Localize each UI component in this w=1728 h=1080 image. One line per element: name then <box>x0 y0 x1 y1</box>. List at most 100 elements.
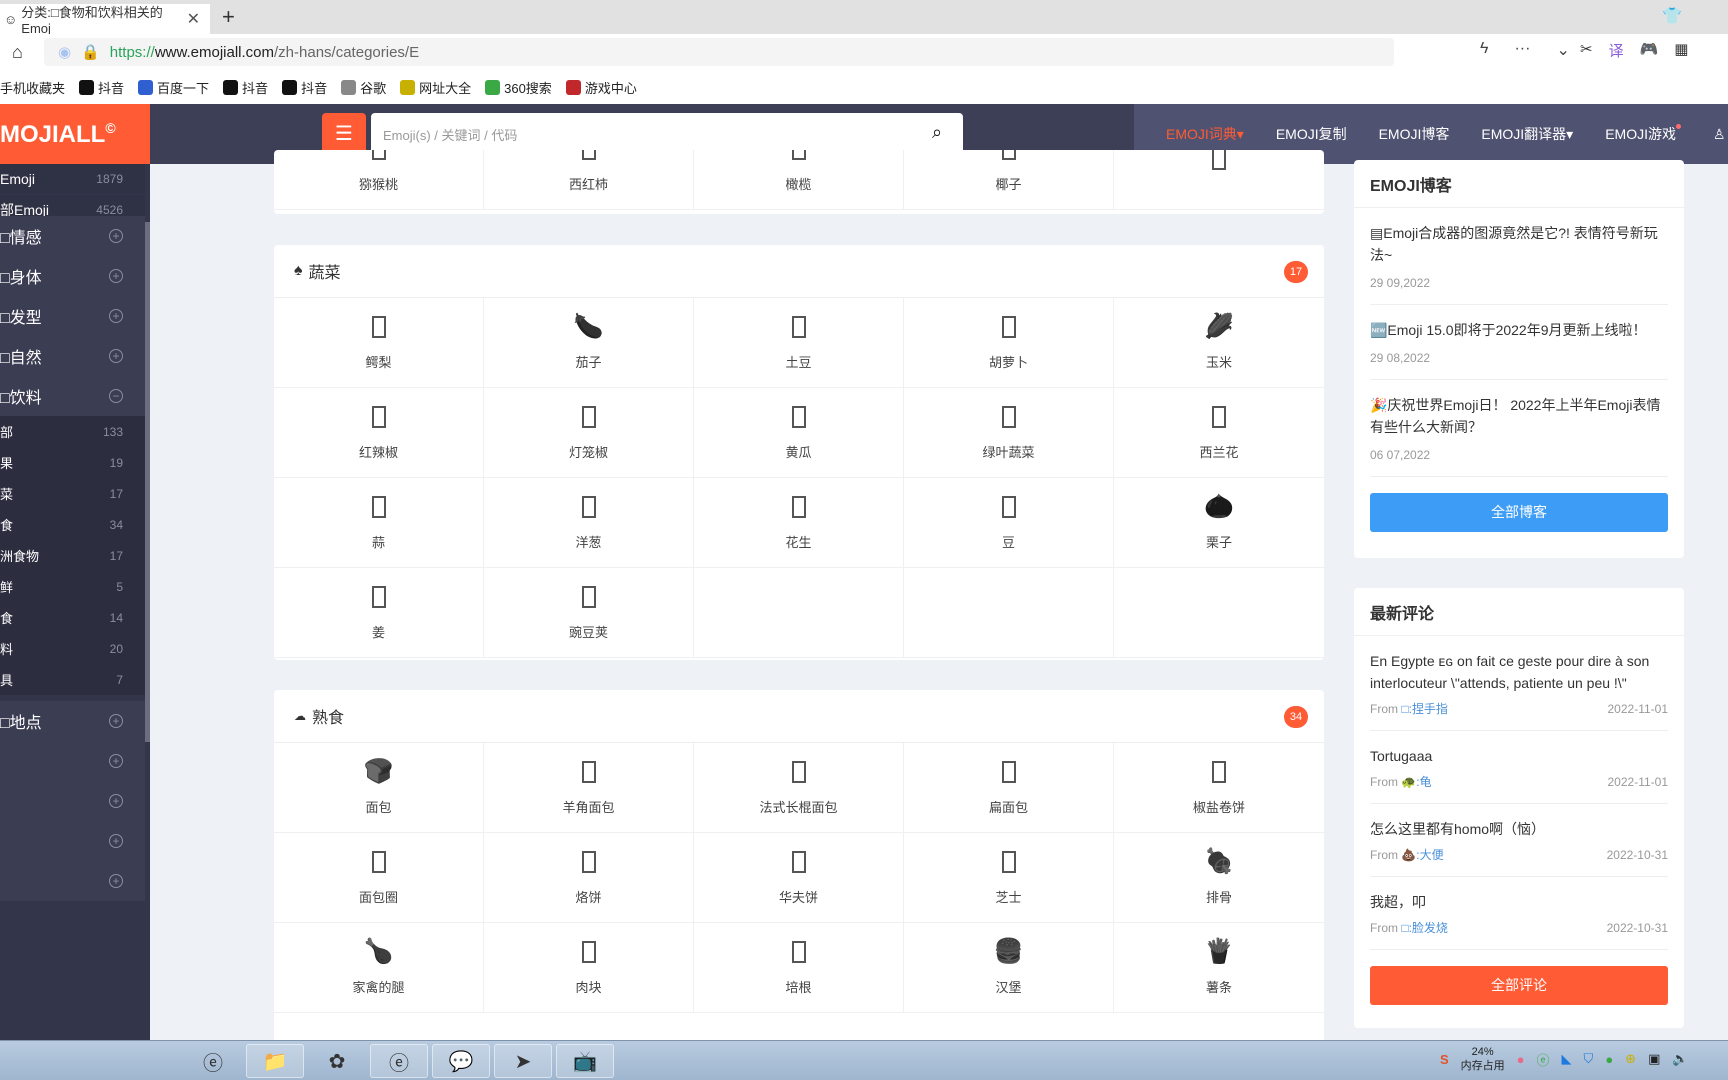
blog-post[interactable]: ▤Emoji合成器的图源竟然是它?! 表情符号新玩法~ 29 09,2022 <box>1370 208 1668 305</box>
360-secure-browser-icon[interactable]: ⓔ <box>370 1044 428 1078</box>
volume-icon[interactable]: 🔈 <box>1672 1051 1688 1067</box>
blog-post[interactable]: 🆕Emoji 15.0即将于2022年9月更新上线啦！ 29 08,2022 <box>1370 305 1668 380</box>
bookmark-item[interactable]: 360搜索 <box>485 78 552 97</box>
emoji-cell[interactable]: 🍞 面包 <box>274 743 484 833</box>
search-input[interactable]: Emoji(s) / 关键词 / 代码 <box>371 113 963 155</box>
all-comments-button[interactable]: 全部评论 <box>1370 966 1668 1005</box>
comment-emoji-link[interactable]: 💩:大便 <box>1401 848 1443 862</box>
emoji-cell[interactable]: 猕猴桃 <box>274 150 484 210</box>
sidebar-item[interactable]: □饮料 − <box>0 376 145 416</box>
sidebar-item[interactable]: 具7 <box>0 664 145 695</box>
wechat-tray-icon[interactable]: ● <box>1605 1052 1613 1067</box>
comment-emoji-link[interactable]: □:脸发烧 <box>1401 921 1448 935</box>
expand-icon[interactable]: + <box>109 349 123 363</box>
emoji-cell[interactable]: 西兰花 <box>1114 388 1324 478</box>
emoji-cell[interactable]: 羊角面包 <box>484 743 694 833</box>
record-dot-icon[interactable]: ● <box>1517 1052 1525 1067</box>
emoji-cell[interactable]: 豌豆荚 <box>484 568 694 658</box>
network-icon[interactable]: ▣ <box>1648 1051 1660 1067</box>
bookmark-item[interactable]: 谷歌 <box>341 78 386 97</box>
comment-emoji-link[interactable]: □:捏手指 <box>1401 702 1448 716</box>
emoji-cell[interactable]: 绿叶蔬菜 <box>904 388 1114 478</box>
emoji-cell[interactable]: 扁面包 <box>904 743 1114 833</box>
blog-post-title[interactable]: 🆕Emoji 15.0即将于2022年9月更新上线啦！ <box>1370 319 1668 341</box>
sidebar-item[interactable]: 食 14 <box>0 602 145 633</box>
sidebar-scrollbar[interactable] <box>145 222 150 742</box>
collapse-icon[interactable]: − <box>109 389 123 403</box>
bookmark-item[interactable]: 手机收藏夹 <box>0 78 65 97</box>
emoji-cell[interactable]: 鳄梨 <box>274 298 484 388</box>
filter-sliders-button[interactable]: ☰ <box>322 113 366 155</box>
blog-post[interactable]: 🎉庆祝世界Emoji日！ 2022年上半年Emoji表情有些什么大新闻？ 06 0… <box>1370 380 1668 477</box>
emoji-cell[interactable]: 豆 <box>904 478 1114 568</box>
blog-post-title[interactable]: 🎉庆祝世界Emoji日！ 2022年上半年Emoji表情有些什么大新闻？ <box>1370 394 1668 438</box>
expand-icon[interactable]: + <box>109 269 123 283</box>
shield-icon[interactable]: ⛉ <box>1584 1051 1594 1067</box>
sidebar-item[interactable]: 部 133 <box>0 416 145 447</box>
user-icon[interactable]: ♙ <box>1713 126 1726 143</box>
emoji-cell[interactable]: 🌰 栗子 <box>1114 478 1324 568</box>
emoji-cell[interactable]: 🍔 汉堡 <box>904 923 1114 1013</box>
sidebar-item[interactable]: 菜 17 <box>0 478 145 509</box>
home-icon[interactable]: ⌂ <box>12 42 23 63</box>
emoji-cell[interactable]: 面包圈 <box>274 833 484 923</box>
more-icon[interactable]: ··· <box>1514 40 1530 60</box>
emoji-cell[interactable]: 🍗 家禽的腿 <box>274 923 484 1013</box>
expand-icon[interactable]: + <box>109 834 123 848</box>
blog-post-title[interactable]: ▤Emoji合成器的图源竟然是它?! 表情符号新玩法~ <box>1370 222 1668 266</box>
sidebar-item[interactable]: + <box>0 741 145 781</box>
emoji-cell[interactable]: 洋葱 <box>484 478 694 568</box>
browser-tab-active[interactable]: ☺ 分类:□食物和饮料相关的Emoj ✕ <box>0 4 210 36</box>
360-browser-tray-icon[interactable]: ⓔ <box>1537 1050 1550 1069</box>
bookmark-item[interactable]: 网址大全 <box>400 78 471 97</box>
sidebar-item[interactable]: □自然 + <box>0 336 145 376</box>
bilibili-icon[interactable]: 📺 <box>556 1044 614 1078</box>
emoji-cell[interactable]: 蒜 <box>274 478 484 568</box>
expand-icon[interactable]: + <box>109 754 123 768</box>
emoji-cell[interactable]: 🍖 排骨 <box>1114 833 1324 923</box>
sidebar-item[interactable]: 料 20 <box>0 633 145 664</box>
bookmark-item[interactable]: 抖音 <box>223 78 268 97</box>
expand-icon[interactable]: + <box>109 309 123 323</box>
emoji-cell[interactable]: 🍆 茄子 <box>484 298 694 388</box>
sidebar-item[interactable]: + <box>0 781 145 821</box>
sidebar-item[interactable]: □身体 + <box>0 256 145 296</box>
sidebar-item[interactable]: 洲食物 17 <box>0 540 145 571</box>
bookmark-item[interactable]: 抖音 <box>79 78 124 97</box>
sidebar-item[interactable]: □地点 + <box>0 701 145 741</box>
plus-tray-icon[interactable]: ⊕ <box>1625 1051 1636 1067</box>
wps-icon[interactable]: S <box>1440 1052 1449 1067</box>
game-controller-icon[interactable]: 🎮 <box>1640 40 1659 61</box>
sidebar-item[interactable]: 果 19 <box>0 447 145 478</box>
apps-grid-icon[interactable]: ▦ <box>1674 40 1688 61</box>
feishu-icon[interactable]: ➤ <box>494 1044 552 1078</box>
emoji-cell[interactable]: 华夫饼 <box>694 833 904 923</box>
wechat-icon[interactable]: 💬 <box>432 1044 490 1078</box>
all-blogs-button[interactable]: 全部博客 <box>1370 493 1668 532</box>
sidebar-item[interactable]: □情感 + <box>0 216 145 256</box>
new-tab-button[interactable]: + <box>222 4 235 30</box>
emoji-cell[interactable]: 椒盐卷饼 <box>1114 743 1324 833</box>
skin-icon[interactable]: 👕 <box>1662 6 1682 26</box>
emoji-cell[interactable]: 黄瓜 <box>694 388 904 478</box>
expand-icon[interactable]: + <box>109 874 123 888</box>
scissors-icon[interactable]: ✂ <box>1580 40 1593 61</box>
emoji-cell[interactable]: 培根 <box>694 923 904 1013</box>
nav-item[interactable]: EMOJI复制 <box>1276 124 1347 144</box>
expand-icon[interactable]: + <box>109 794 123 808</box>
bookmark-item[interactable]: 游戏中心 <box>565 78 637 97</box>
nav-item[interactable]: EMOJI博客 <box>1379 124 1450 144</box>
close-tab-icon[interactable]: ✕ <box>187 9 200 29</box>
nav-item[interactable]: EMOJI词典▾ <box>1166 124 1244 167</box>
emoji-cell[interactable]: 椰子 <box>904 150 1114 210</box>
sidebar-item[interactable]: + <box>0 821 145 861</box>
emoji-cell[interactable]: 橄榄 <box>694 150 904 210</box>
url-input[interactable]: ◉ 🔒 https://www.emojiall.com/zh-hans/cat… <box>44 38 1394 66</box>
file-explorer-icon[interactable]: 📁 <box>246 1044 304 1078</box>
emoji-cell[interactable]: 芝士 <box>904 833 1114 923</box>
sidebar-item[interactable]: + <box>0 861 145 901</box>
feishu-tray-icon[interactable]: ◣ <box>1562 1051 1572 1067</box>
bookmark-item[interactable]: 百度一下 <box>138 78 209 97</box>
nav-item[interactable]: EMOJI游戏 <box>1605 124 1681 144</box>
emoji-cell[interactable]: 花生 <box>694 478 904 568</box>
